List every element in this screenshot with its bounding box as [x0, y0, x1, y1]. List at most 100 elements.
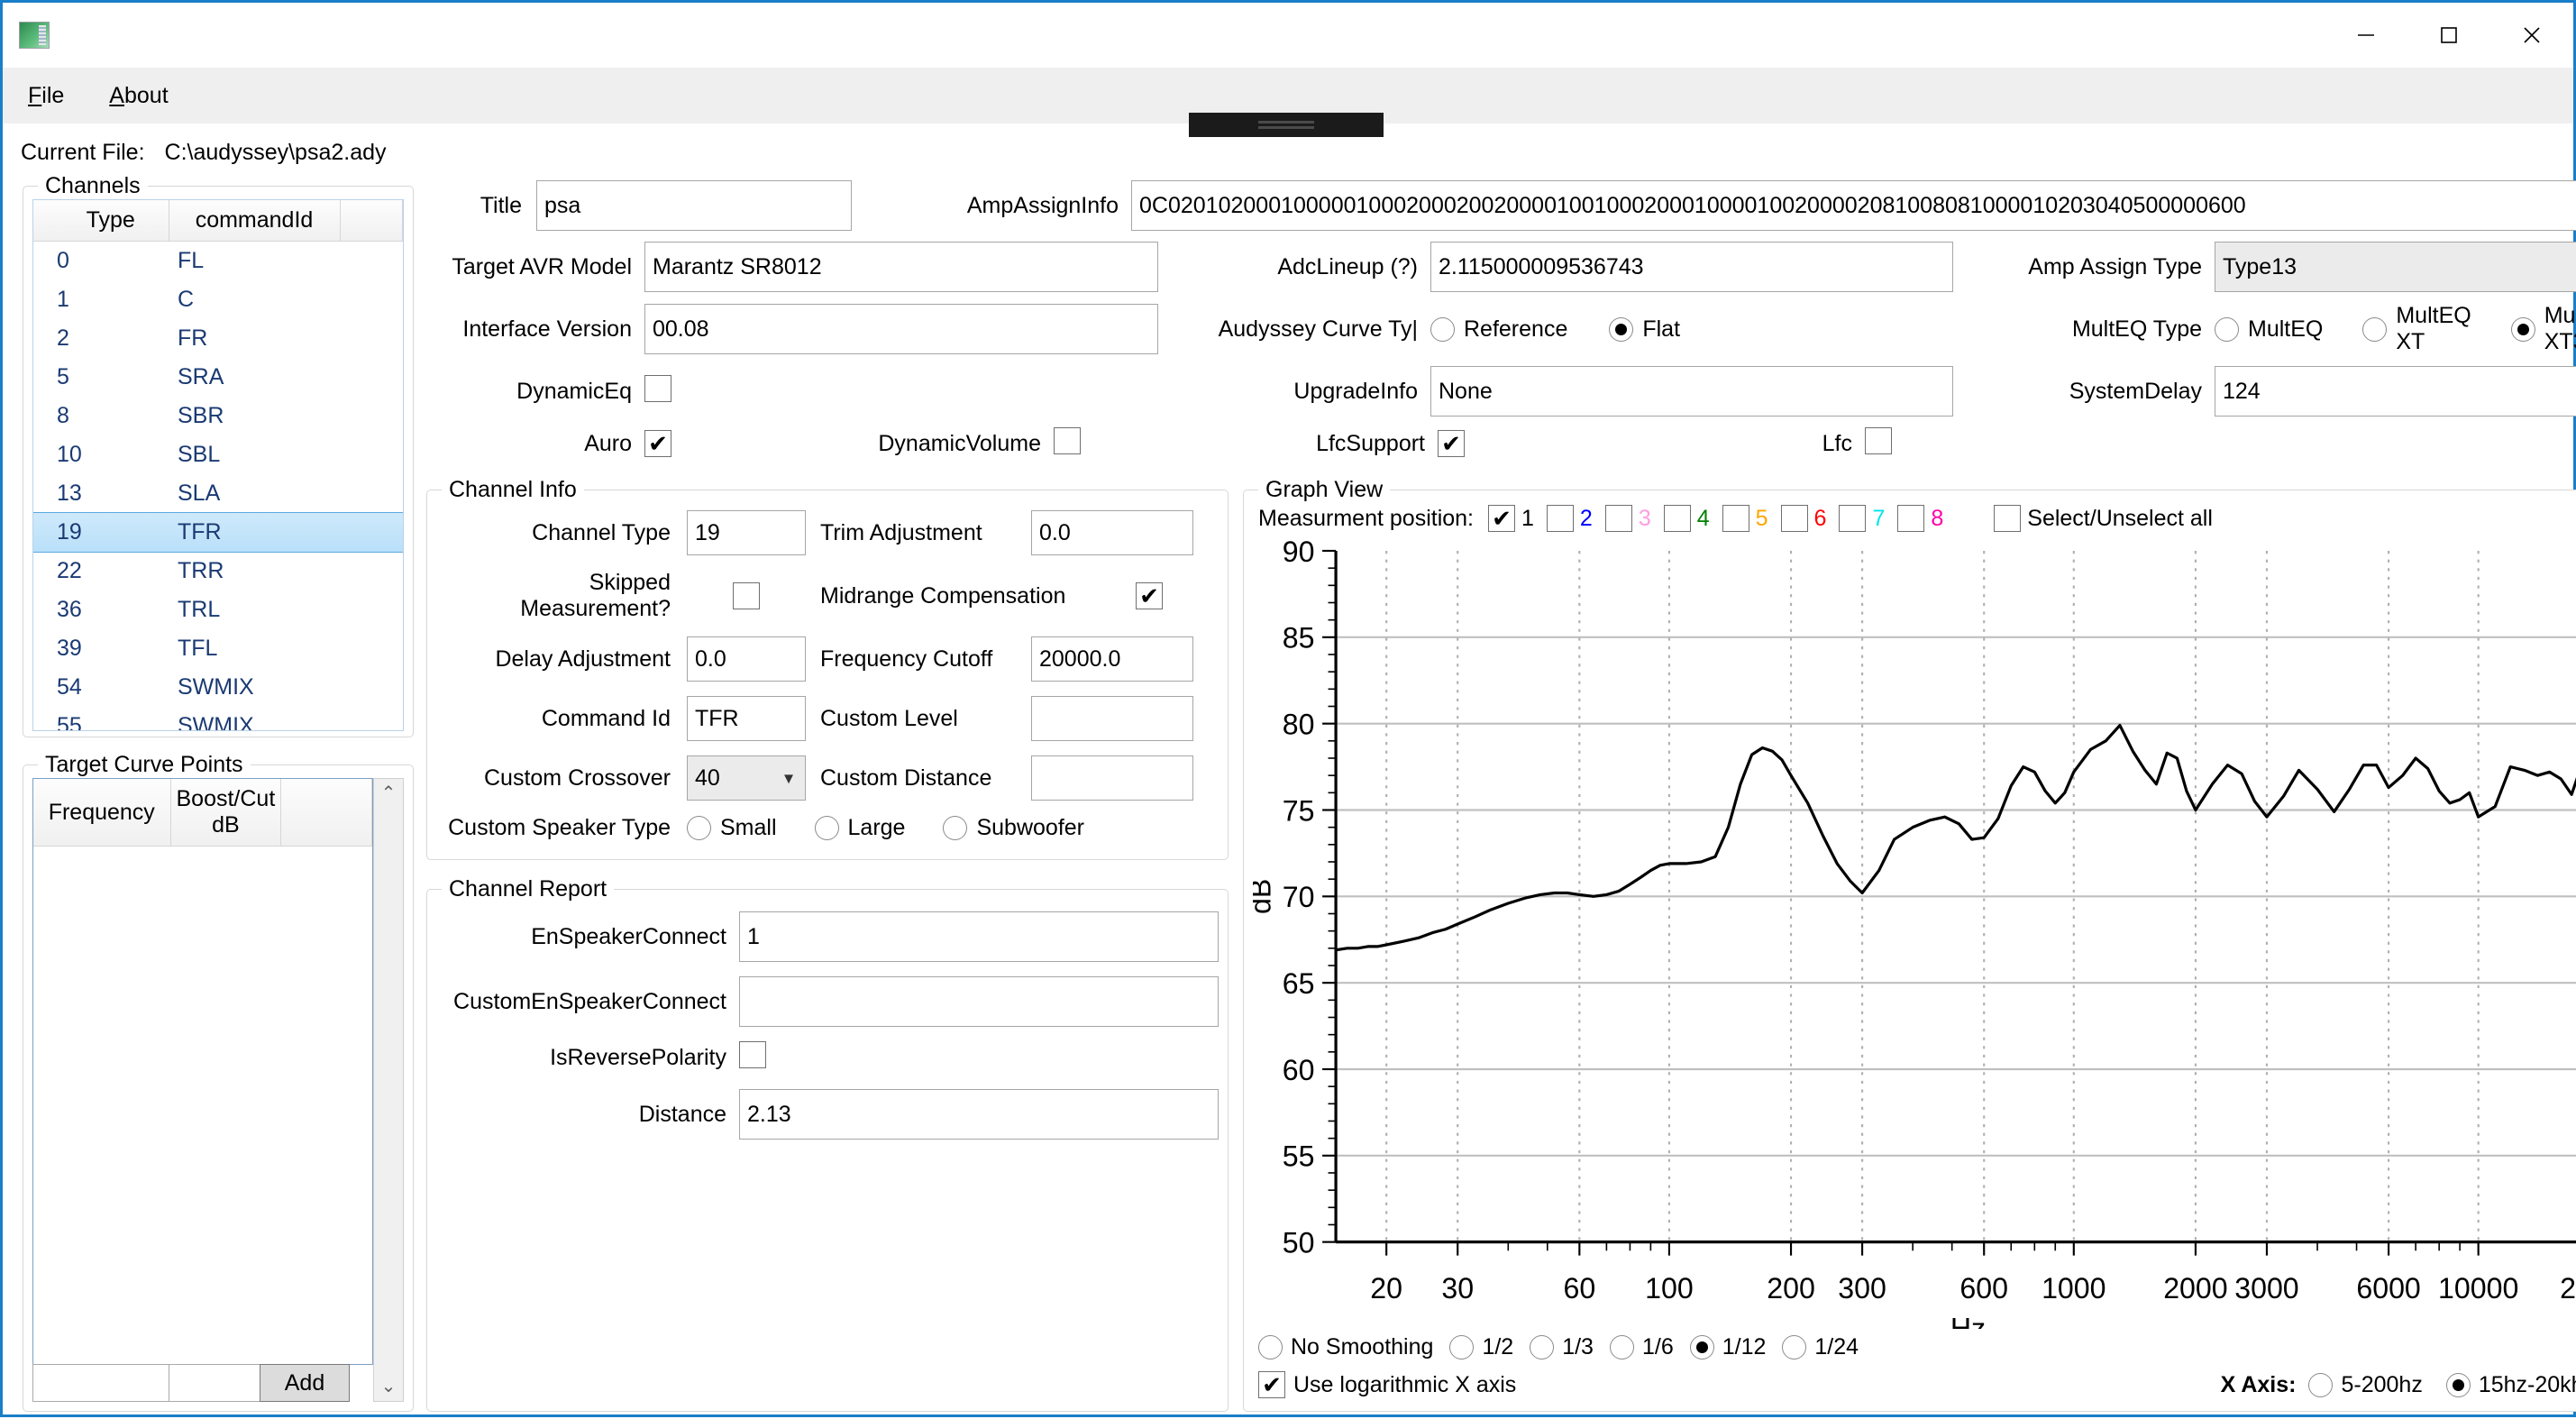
system-delay-input[interactable]	[2215, 366, 2576, 417]
menu-item-about[interactable]: About	[102, 79, 175, 113]
x-axis-option-5-200hz[interactable]: 5-200hz	[2308, 1372, 2422, 1398]
radio-icon[interactable]	[687, 816, 711, 840]
minimize-button[interactable]	[2325, 3, 2407, 68]
radio-icon[interactable]	[1610, 1335, 1634, 1359]
custom-distance-input[interactable]	[1031, 755, 1193, 801]
channels-col-blank[interactable]	[340, 200, 403, 242]
channels-table[interactable]: Type commandId 0FL1C2FR5SRA8SBR10SBL13SL…	[32, 199, 404, 731]
table-row[interactable]: 1C	[33, 280, 403, 319]
lfc-support-checkbox[interactable]	[1438, 430, 1465, 457]
is-reverse-polarity-checkbox[interactable]	[739, 1041, 766, 1068]
log-x-axis-item[interactable]: Use logarithmic X axis	[1258, 1371, 1516, 1398]
radio-icon[interactable]	[2446, 1373, 2471, 1397]
tcp-scroll-up-icon[interactable]: ⌃	[381, 784, 397, 802]
table-row[interactable]: 39TFL	[33, 629, 403, 668]
curve-type-flat-radio[interactable]: Flat	[1609, 316, 1680, 343]
frequency-response-plot[interactable]: 5055606570758085902030601002003006001000…	[1253, 537, 2576, 1329]
amp-assign-type-select[interactable]: Type13	[2215, 242, 2576, 292]
tcp-scrollbar[interactable]: ⌃ ⌄	[373, 778, 404, 1402]
custom-level-input[interactable]	[1031, 696, 1193, 741]
radio-reference-icon[interactable]	[1430, 317, 1455, 342]
table-row[interactable]: 55SWMIX	[33, 707, 403, 731]
speaker-type-radio-large[interactable]: Large	[815, 815, 906, 841]
multeq-radio-multeq[interactable]: MultEQ	[2215, 316, 2323, 343]
en-speaker-connect-input[interactable]	[739, 911, 1219, 962]
measurement-position-checkbox[interactable]	[1664, 505, 1691, 532]
measurement-position-checkbox[interactable]	[1547, 505, 1574, 532]
table-row[interactable]: 36TRL	[33, 590, 403, 629]
dynamic-eq-checkbox[interactable]	[644, 375, 671, 402]
trim-adjustment-input[interactable]	[1031, 510, 1193, 555]
measurement-position-checkbox[interactable]	[1605, 505, 1632, 532]
radio-icon[interactable]	[2215, 317, 2239, 342]
maximize-button[interactable]	[2407, 3, 2490, 68]
measurement-position-2[interactable]: 2	[1547, 505, 1593, 532]
table-row[interactable]: 19TFR	[33, 513, 403, 552]
radio-icon[interactable]	[1530, 1335, 1554, 1359]
custom-en-speaker-connect-input[interactable]	[739, 976, 1219, 1027]
table-row[interactable]: 8SBR	[33, 397, 403, 435]
table-row[interactable]: 54SWMIX	[33, 668, 403, 707]
radio-flat-icon[interactable]	[1609, 317, 1633, 342]
dynamic-volume-checkbox[interactable]	[1054, 427, 1081, 454]
radio-icon[interactable]	[943, 816, 967, 840]
interface-version-input[interactable]	[644, 304, 1158, 354]
smoothing-option-1-3[interactable]: 1/3	[1530, 1334, 1594, 1360]
tcp-col-frequency[interactable]: Frequency	[33, 779, 170, 847]
radio-icon[interactable]	[2362, 317, 2387, 342]
title-input[interactable]	[536, 180, 852, 231]
smoothing-option-1-24[interactable]: 1/24	[1782, 1334, 1859, 1360]
measurement-position-8[interactable]: 8	[1897, 505, 1943, 532]
measurement-position-checkbox[interactable]	[1722, 505, 1749, 532]
channels-col-commandid[interactable]: commandId	[169, 200, 340, 242]
measurement-position-6[interactable]: 6	[1781, 505, 1827, 532]
tcp-col-boostcut[interactable]: Boost/Cut dB	[170, 779, 281, 847]
lfc-checkbox[interactable]	[1865, 427, 1892, 454]
radio-icon[interactable]	[1258, 1335, 1283, 1359]
upgrade-info-input[interactable]	[1430, 366, 1953, 417]
radio-icon[interactable]	[2511, 317, 2535, 342]
select-unselect-all-item[interactable]: Select/Unselect all	[1994, 505, 2213, 532]
distance-input[interactable]	[739, 1089, 1219, 1140]
tcp-add-button[interactable]: Add	[260, 1364, 350, 1402]
channel-type-input[interactable]	[687, 510, 806, 555]
measurement-position-7[interactable]: 7	[1839, 505, 1885, 532]
frequency-cutoff-input[interactable]	[1031, 636, 1193, 682]
smoothing-option-no-smoothing[interactable]: No Smoothing	[1258, 1334, 1433, 1360]
multeq-radio-multeq-xt32[interactable]: MultEQ XT32	[2511, 303, 2576, 355]
table-row[interactable]: 10SBL	[33, 435, 403, 474]
multeq-radio-multeq-xt[interactable]: MultEQ XT	[2362, 303, 2471, 355]
smoothing-option-1-6[interactable]: 1/6	[1610, 1334, 1674, 1360]
measurement-position-checkbox[interactable]	[1488, 505, 1515, 532]
speaker-type-radio-small[interactable]: Small	[687, 815, 777, 841]
command-id-input[interactable]	[687, 696, 806, 741]
target-avr-model-input[interactable]	[644, 242, 1158, 292]
table-row[interactable]: 13SLA	[33, 474, 403, 513]
tcp-boostcut-input[interactable]	[169, 1364, 260, 1402]
measurement-position-checkbox[interactable]	[1781, 505, 1808, 532]
measurement-position-3[interactable]: 3	[1605, 505, 1651, 532]
table-row[interactable]: 5SRA	[33, 358, 403, 397]
tcp-scroll-down-icon[interactable]: ⌄	[381, 1378, 397, 1396]
smoothing-option-1-2[interactable]: 1/2	[1449, 1334, 1513, 1360]
radio-icon[interactable]	[1690, 1335, 1714, 1359]
menu-item-file[interactable]: File	[21, 79, 71, 113]
radio-icon[interactable]	[815, 816, 839, 840]
x-axis-option-15hz-20khz[interactable]: 15hz-20khz	[2446, 1372, 2576, 1398]
measurement-position-checkbox[interactable]	[1897, 505, 1924, 532]
target-curve-points-table[interactable]: Frequency Boost/Cut dB	[32, 778, 373, 1365]
measurement-position-5[interactable]: 5	[1722, 505, 1768, 532]
channels-col-type[interactable]: Type	[33, 200, 169, 242]
radio-icon[interactable]	[1782, 1335, 1806, 1359]
table-row[interactable]: 22TRR	[33, 552, 403, 590]
measurement-position-1[interactable]: 1	[1488, 505, 1534, 532]
measurement-position-checkbox[interactable]	[1839, 505, 1866, 532]
log-x-axis-checkbox[interactable]	[1258, 1371, 1285, 1398]
smoothing-option-1-12[interactable]: 1/12	[1690, 1334, 1767, 1360]
midrange-compensation-checkbox[interactable]	[1136, 582, 1163, 609]
speaker-type-radio-subwoofer[interactable]: Subwoofer	[943, 815, 1084, 841]
measurement-position-4[interactable]: 4	[1664, 505, 1710, 532]
adc-lineup-input[interactable]	[1430, 242, 1953, 292]
curve-type-reference-radio[interactable]: Reference	[1430, 316, 1567, 343]
skipped-measurement-checkbox[interactable]	[733, 582, 760, 609]
